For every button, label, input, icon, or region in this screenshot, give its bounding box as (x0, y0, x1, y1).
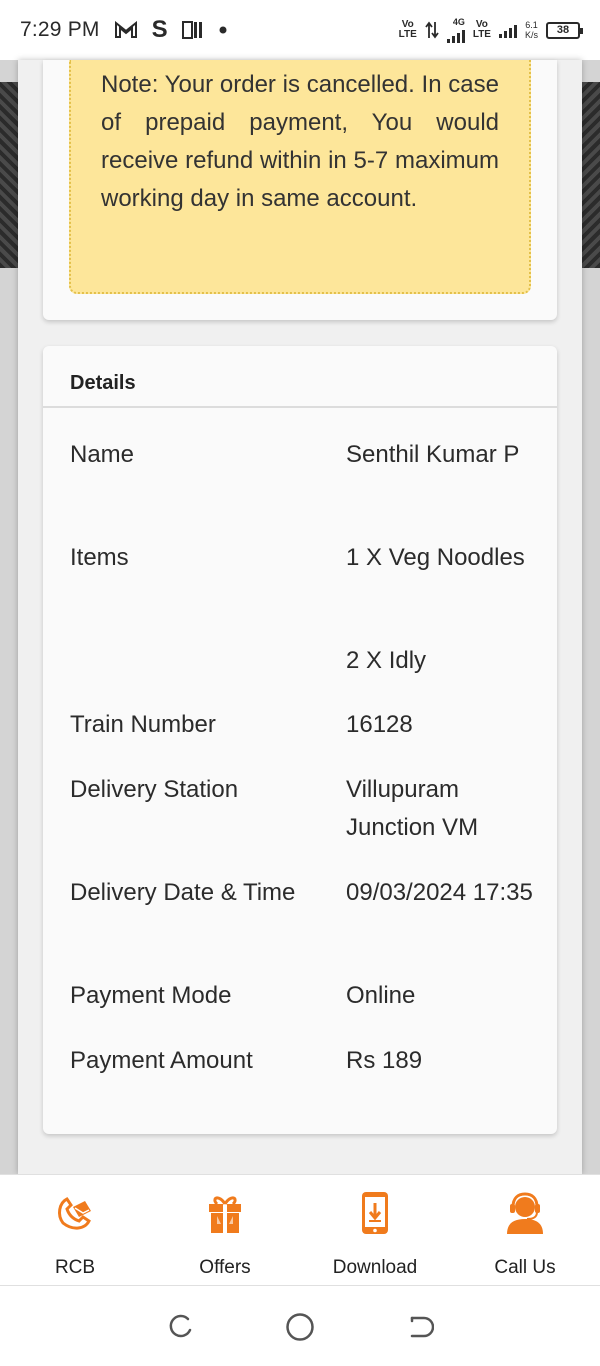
detail-value: 2 X Idly (346, 647, 427, 674)
status-time: 7:29 PM (20, 18, 100, 41)
signal-icon-2 (498, 22, 517, 38)
rcb-icon (53, 1191, 97, 1235)
detail-value: Rs 189 (346, 1047, 423, 1074)
detail-value: Senthil Kumar P (346, 441, 520, 468)
detail-label: Name (70, 441, 135, 468)
paytm-icon (181, 20, 204, 40)
tab-label: Download (332, 1257, 418, 1278)
detail-value: 09/03/2024 17:35 (346, 879, 533, 906)
gift-icon (203, 1191, 247, 1235)
detail-value: 16128 (346, 711, 413, 738)
headset-agent-icon (503, 1191, 547, 1235)
volte-tag-2: Vo LTE (472, 19, 491, 40)
home-icon[interactable] (284, 1311, 316, 1343)
detail-value: Online (346, 982, 416, 1009)
note-card: Note: Your order is cancelled. In case o… (43, 60, 557, 320)
details-title: Details (43, 346, 557, 408)
bottom-navigation: RCB Offers Download Call Us (0, 1174, 600, 1286)
back-icon[interactable] (404, 1311, 436, 1343)
detail-label: Delivery Date & Time (70, 879, 296, 906)
system-navigation-bar (0, 1287, 600, 1366)
tab-rcb[interactable]: RCB (0, 1175, 150, 1285)
tab-label: RCB (54, 1257, 96, 1278)
tab-download[interactable]: Download (300, 1175, 450, 1285)
status-bar: 7:29 PM S Vo LTE 4G Vo LTE 6.1 K/s 38 (0, 0, 600, 60)
cancellation-note-text: Note: Your order is cancelled. In case o… (101, 71, 499, 212)
tab-label: Offers (199, 1257, 251, 1278)
detail-label: Payment Mode (70, 982, 232, 1009)
phone-download-icon (353, 1191, 397, 1235)
background-photo-right (582, 82, 600, 268)
background-photo-left (0, 82, 18, 268)
detail-value: Villupuram Junction VM (346, 776, 479, 841)
detail-label: Delivery Station (70, 776, 239, 803)
detail-label: Payment Amount (70, 1047, 253, 1074)
tab-offers[interactable]: Offers (150, 1175, 300, 1285)
detail-label: Items (70, 544, 129, 571)
dot-icon (218, 25, 228, 35)
detail-label: Train Number (70, 711, 216, 738)
tab-call-us[interactable]: Call Us (450, 1175, 600, 1285)
s-app-icon: S (151, 16, 168, 43)
tab-label: Call Us (494, 1257, 556, 1278)
net-type: 4G (452, 16, 465, 27)
cancellation-note: Note: Your order is cancelled. In case o… (69, 60, 531, 294)
details-card: Details Name Senthil Kumar P Items 1 X V… (43, 346, 557, 1134)
network-speed: 6.1 K/s (524, 20, 538, 40)
detail-value: 1 X Veg Noodles (346, 544, 525, 571)
gmail-icon (114, 21, 138, 39)
signal-icon (446, 27, 465, 43)
data-arrows-icon (425, 21, 439, 39)
volte-tag-1: Vo LTE (398, 19, 417, 40)
battery-icon: 38 (546, 21, 583, 39)
recent-apps-icon[interactable] (164, 1311, 196, 1343)
